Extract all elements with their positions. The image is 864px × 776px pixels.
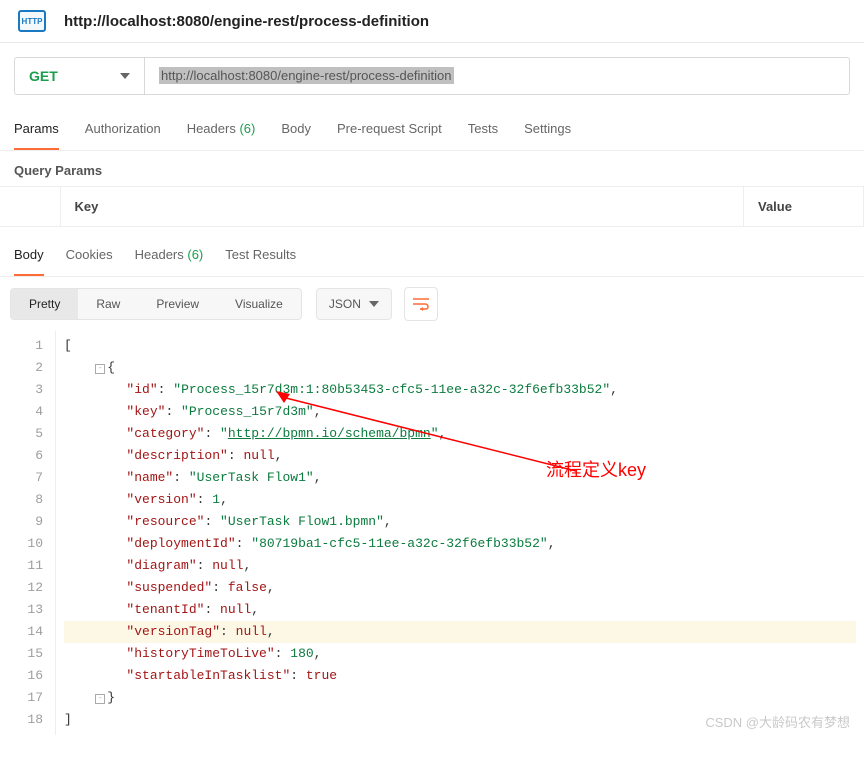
response-tabs: Body Cookies Headers (6) Test Results — [0, 235, 864, 277]
view-preview[interactable]: Preview — [138, 289, 217, 319]
request-title: http://localhost:8080/engine-rest/proces… — [64, 13, 429, 30]
tab-prerequest[interactable]: Pre-request Script — [337, 109, 442, 150]
tab-headers[interactable]: Headers (6) — [187, 109, 256, 150]
resp-tab-body[interactable]: Body — [14, 235, 44, 276]
tab-authorization[interactable]: Authorization — [85, 109, 161, 150]
resp-tab-cookies[interactable]: Cookies — [66, 235, 113, 276]
tab-tests[interactable]: Tests — [468, 109, 498, 150]
resp-tab-testresults[interactable]: Test Results — [225, 235, 296, 276]
params-col-check — [0, 187, 60, 227]
view-pretty[interactable]: Pretty — [11, 289, 78, 319]
tab-params[interactable]: Params — [14, 109, 59, 150]
code-content: [ -{ "id": "Process_15r7d3m:1:80b53453-c… — [56, 331, 864, 735]
wrap-lines-button[interactable] — [404, 287, 438, 321]
http-badge-icon: HTTP — [18, 10, 46, 32]
method-label: GET — [29, 68, 58, 84]
line-gutter: 1 2 3 4 5 6 7 8 9 10 11 12 13 14 15 16 1… — [0, 331, 56, 735]
method-select[interactable]: GET — [14, 57, 144, 95]
chevron-down-icon — [369, 301, 379, 307]
view-visualize[interactable]: Visualize — [217, 289, 301, 319]
request-tabs: Params Authorization Headers (6) Body Pr… — [0, 109, 864, 151]
tab-body[interactable]: Body — [281, 109, 311, 150]
tab-settings[interactable]: Settings — [524, 109, 571, 150]
resp-tab-headers[interactable]: Headers (6) — [135, 235, 204, 276]
params-col-value: Value — [744, 187, 864, 227]
response-view-group: Pretty Raw Preview Visualize — [10, 288, 302, 320]
url-input[interactable]: http://localhost:8080/engine-rest/proces… — [144, 57, 850, 95]
view-raw[interactable]: Raw — [78, 289, 138, 319]
annotation-text: 流程定义key — [546, 459, 646, 481]
wrap-icon — [413, 297, 429, 311]
chevron-down-icon — [120, 73, 130, 79]
watermark: CSDN @大龄码农有梦想 — [705, 712, 850, 731]
params-col-key: Key — [60, 187, 744, 227]
params-table: Key Value — [0, 186, 864, 227]
query-params-label: Query Params — [0, 151, 864, 186]
response-body[interactable]: 1 2 3 4 5 6 7 8 9 10 11 12 13 14 15 16 1… — [0, 331, 864, 735]
format-select[interactable]: JSON — [316, 288, 392, 320]
